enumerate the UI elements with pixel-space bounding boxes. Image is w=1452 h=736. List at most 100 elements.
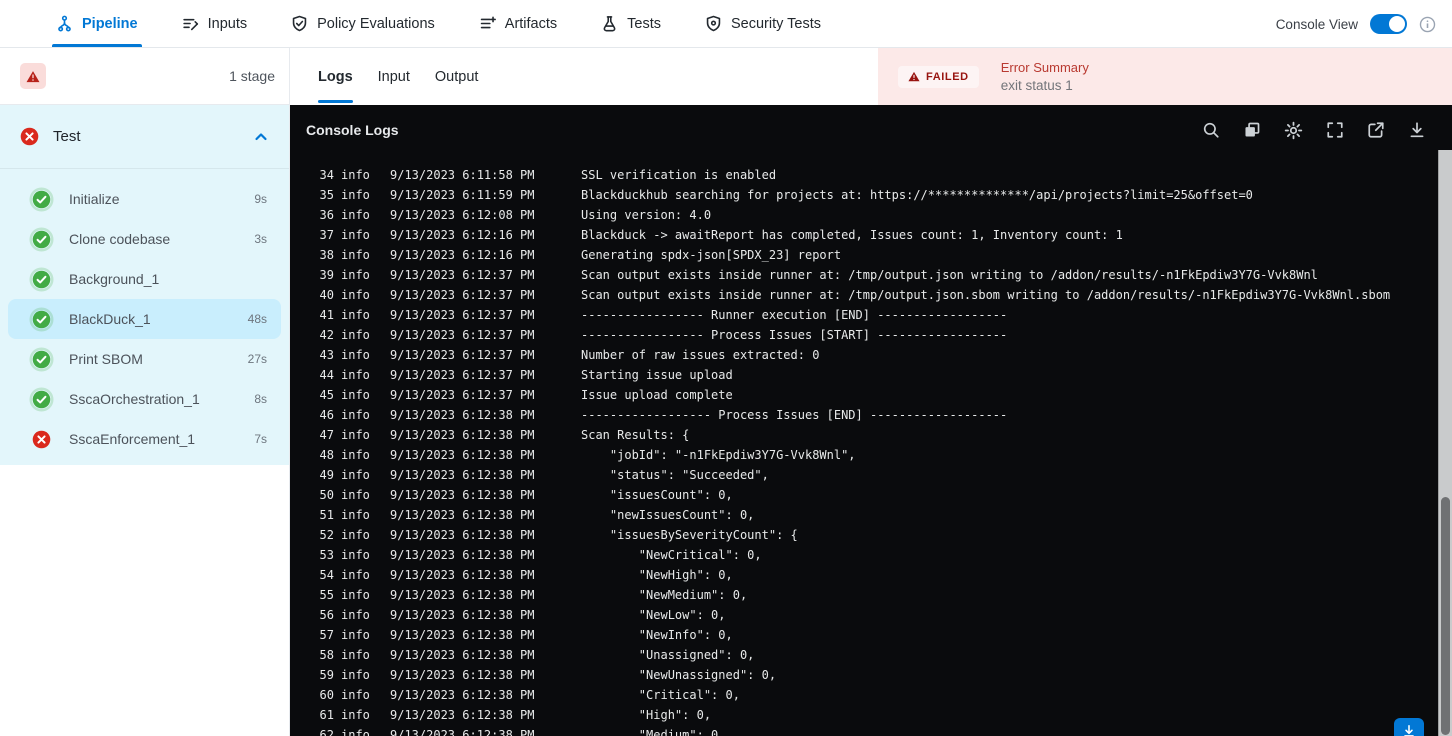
open-in-new-icon[interactable]: [1367, 121, 1385, 139]
sidebar-step-initialize[interactable]: Initialize 9s: [8, 179, 281, 219]
log-level: info: [341, 728, 370, 736]
sidebar-step-background-1[interactable]: Background_1: [8, 259, 281, 299]
log-level: info: [341, 388, 370, 402]
log-line-number: 40: [319, 288, 334, 302]
stage-name: Test: [53, 128, 81, 145]
log-level: info: [341, 708, 370, 722]
settings-icon[interactable]: [1284, 121, 1303, 140]
sidebar-step-sscaenforcement-1[interactable]: SscaEnforcement_1 7s: [8, 419, 281, 459]
log-line: 39 info 9/13/2023 6:12:37 PM Scan output…: [318, 265, 1434, 285]
search-icon[interactable]: [1202, 121, 1220, 139]
log-line-number: 60: [319, 688, 334, 702]
log-timestamp: 9/13/2023 6:12:16 PM: [390, 228, 535, 242]
log-message: "NewLow": 0,: [581, 608, 726, 622]
failed-badge-label: FAILED: [926, 70, 969, 83]
top-nav-tab-tests[interactable]: Tests: [601, 0, 661, 47]
log-line-number: 56: [319, 608, 334, 622]
log-line: 47 info 9/13/2023 6:12:38 PM Scan Result…: [318, 425, 1434, 445]
chevron-up-icon[interactable]: [253, 129, 269, 145]
stage-header[interactable]: Test: [0, 105, 289, 169]
log-line-number: 48: [319, 448, 334, 462]
log-line: 61 info 9/13/2023 6:12:38 PM "High": 0,: [318, 705, 1434, 725]
console-scrollbar[interactable]: [1438, 150, 1452, 736]
step-success-icon: [32, 270, 51, 289]
log-level: info: [341, 188, 370, 202]
log-line: 49 info 9/13/2023 6:12:38 PM "status": "…: [318, 465, 1434, 485]
log-timestamp: 9/13/2023 6:12:38 PM: [390, 448, 535, 462]
tab-output[interactable]: Output: [435, 48, 479, 105]
top-nav-tab-pipeline[interactable]: Pipeline: [52, 0, 142, 47]
tab-logs[interactable]: Logs: [318, 48, 353, 105]
tab-input[interactable]: Input: [378, 48, 410, 105]
log-line-number: 38: [319, 248, 334, 262]
log-message: "Critical": 0,: [581, 688, 740, 702]
log-message: "jobId": "-n1FkEpdiw3Y7G-Vvk8Wnl",: [581, 448, 856, 462]
log-message: Blackduckhub searching for projects at: …: [581, 188, 1253, 202]
sidebar-step-print-sbom[interactable]: Print SBOM 27s: [8, 339, 281, 379]
copy-icon[interactable]: [1243, 121, 1261, 139]
sidebar-step-blackduck-1[interactable]: BlackDuck_1 48s: [8, 299, 281, 339]
log-line-number: 36: [319, 208, 334, 222]
log-timestamp: 9/13/2023 6:12:38 PM: [390, 428, 535, 442]
download-icon[interactable]: [1408, 121, 1426, 139]
log-message: "NewUnassigned": 0,: [581, 668, 777, 682]
log-line: 53 info 9/13/2023 6:12:38 PM "NewCritica…: [318, 545, 1434, 565]
log-level: info: [341, 328, 370, 342]
step-success-icon: [32, 350, 51, 369]
log-message: Using version: 4.0: [581, 208, 712, 222]
log-line-number: 59: [319, 668, 334, 682]
scroll-to-bottom-button[interactable]: [1394, 718, 1424, 736]
log-line-number: 39: [319, 268, 334, 282]
stage-panel: Test Initialize 9s Clone codebase 3s Bac…: [0, 105, 289, 465]
console-scrollbar-thumb[interactable]: [1441, 497, 1450, 735]
log-timestamp: 9/13/2023 6:12:38 PM: [390, 708, 535, 722]
warning-triangle-icon: [908, 71, 920, 82]
log-message: Blackduck -> awaitReport has completed, …: [581, 228, 1123, 242]
top-nav-tab-security-tests[interactable]: Security Tests: [705, 0, 821, 47]
sidebar-step-sscaorchestration-1[interactable]: SscaOrchestration_1 8s: [8, 379, 281, 419]
log-message: Generating spdx-json[SPDX_23] report: [581, 248, 842, 262]
log-timestamp: 9/13/2023 6:12:37 PM: [390, 268, 535, 282]
log-line-number: 54: [319, 568, 334, 582]
log-timestamp: 9/13/2023 6:12:38 PM: [390, 668, 535, 682]
log-level: info: [341, 368, 370, 382]
log-message: Scan Results: {: [581, 428, 690, 442]
log-message: SSL verification is enabled: [581, 168, 777, 182]
failed-badge: FAILED: [898, 65, 979, 88]
log-message: Starting issue upload: [581, 368, 733, 382]
log-timestamp: 9/13/2023 6:12:38 PM: [390, 548, 535, 562]
stage-count: 1 stage: [229, 68, 275, 84]
log-line: 37 info 9/13/2023 6:12:16 PM Blackduck -…: [318, 225, 1434, 245]
info-icon[interactable]: [1419, 16, 1436, 33]
log-level: info: [341, 268, 370, 282]
log-level: info: [341, 668, 370, 682]
log-line-number: 49: [319, 468, 334, 482]
log-timestamp: 9/13/2023 6:12:37 PM: [390, 328, 535, 342]
log-level: info: [341, 608, 370, 622]
top-nav-tab-inputs[interactable]: Inputs: [182, 0, 247, 47]
stage-failed-icon: [20, 127, 39, 146]
top-nav-tab-artifacts[interactable]: Artifacts: [479, 0, 557, 47]
sidebar-step-clone-codebase[interactable]: Clone codebase 3s: [8, 219, 281, 259]
log-level: info: [341, 348, 370, 362]
security-tests-icon: [705, 15, 722, 32]
log-line-number: 50: [319, 488, 334, 502]
error-summary-title: Error Summary: [1000, 60, 1089, 75]
artifacts-icon: [479, 15, 496, 32]
log-level: info: [341, 648, 370, 662]
log-timestamp: 9/13/2023 6:12:38 PM: [390, 608, 535, 622]
log-timestamp: 9/13/2023 6:12:38 PM: [390, 408, 535, 422]
log-level: info: [341, 288, 370, 302]
console-view-toggle[interactable]: [1370, 14, 1407, 34]
top-nav-tab-policy-evaluations[interactable]: Policy Evaluations: [291, 0, 435, 47]
log-line: 45 info 9/13/2023 6:12:37 PM Issue uploa…: [318, 385, 1434, 405]
log-line-number: 52: [319, 528, 334, 542]
step-success-icon: [32, 230, 51, 249]
stage-summary-row: 1 stage: [0, 48, 289, 105]
log-message: Issue upload complete: [581, 388, 733, 402]
log-level: info: [341, 248, 370, 262]
log-level: info: [341, 568, 370, 582]
log-level: info: [341, 628, 370, 642]
step-success-icon: [32, 310, 51, 329]
fullscreen-icon[interactable]: [1326, 121, 1344, 139]
